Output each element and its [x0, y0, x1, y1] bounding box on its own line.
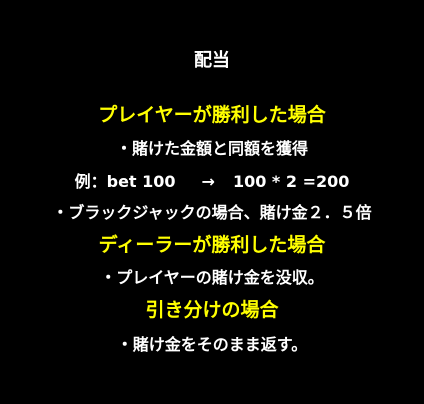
- example-result: 100 * 2 =200: [232, 172, 350, 191]
- payout-title: 配当: [194, 50, 230, 71]
- draw-heading: 引き分けの場合: [145, 299, 279, 321]
- arrow-right-icon: →: [201, 172, 215, 191]
- dealer-win-heading: ディーラーが勝利した場合: [98, 234, 326, 256]
- dealer-win-rule: ・プレイヤーの賭け金を没収。: [100, 268, 324, 287]
- payout-panel: 配当 プレイヤーが勝利した場合 ・賭けた金額と同額を獲得 例：bet 100 → 1…: [0, 0, 424, 404]
- player-win-example: 例：bet 100 → 100 * 2 =200: [0, 174, 424, 190]
- player-win-heading: プレイヤーが勝利した場合: [98, 104, 326, 126]
- example-row: 例：bet 100 → 100 * 2 =200: [75, 174, 350, 190]
- draw-rule: ・賭け金をそのまま返す。: [116, 335, 308, 354]
- player-win-rule: ・賭けた金額と同額を獲得: [115, 139, 308, 158]
- blackjack-rule: ・ブラックジャックの場合、賭け金２．５倍: [52, 203, 372, 222]
- example-label: 例：bet 100: [74, 172, 176, 191]
